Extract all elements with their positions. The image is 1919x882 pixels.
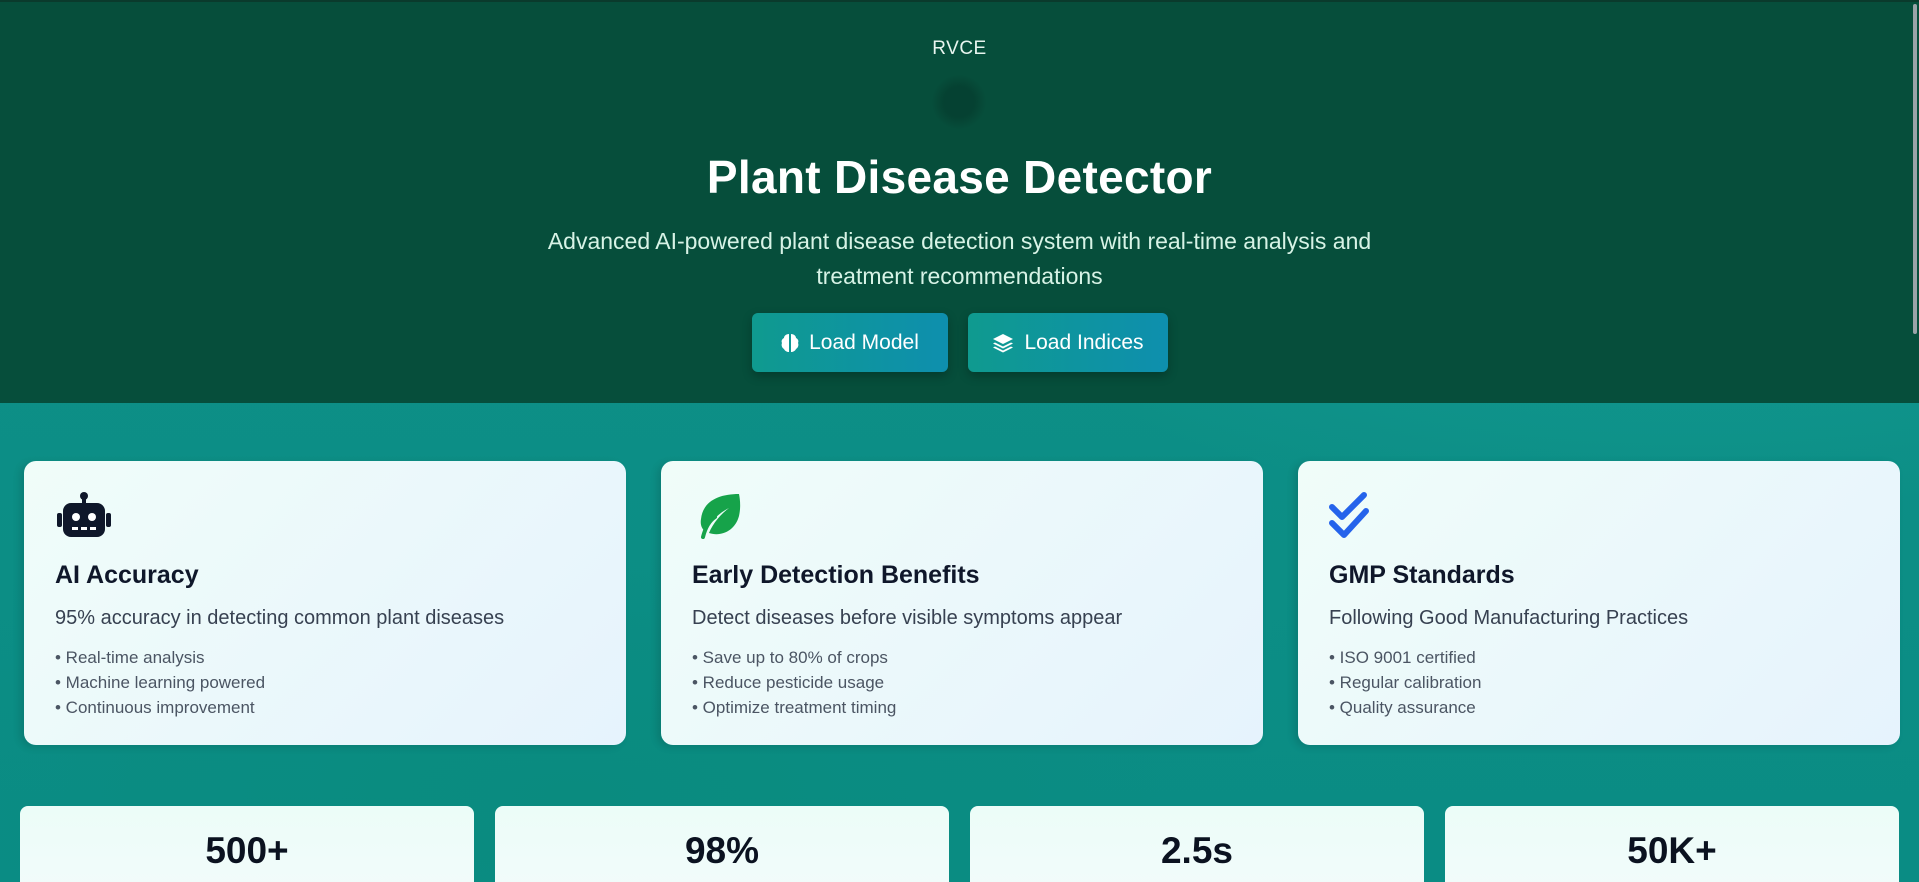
feature-title: AI Accuracy (55, 561, 199, 589)
feature-card-early-detection: Early Detection Benefits Detect diseases… (661, 461, 1263, 745)
load-model-button[interactable]: Load Model (752, 313, 948, 372)
scrollbar-thumb[interactable] (1913, 4, 1917, 334)
stat-value: 2.5s (1160, 830, 1233, 871)
list-item: • ISO 9001 certified (1329, 648, 1476, 667)
hero-section: RVCE Plant Disease Detector Advanced AI-… (0, 0, 1919, 403)
double-check-icon (1328, 491, 1388, 541)
list-item: • Regular calibration (1329, 673, 1482, 692)
load-indices-label: Load Indices (1024, 330, 1144, 354)
list-item: • Real-time analysis (55, 648, 205, 667)
stat-card: 2.5s (970, 806, 1424, 882)
load-indices-button[interactable]: Load Indices (968, 313, 1168, 372)
leaf-icon (691, 491, 751, 541)
list-item: • Reduce pesticide usage (692, 673, 885, 692)
page: RVCE Plant Disease Detector Advanced AI-… (0, 0, 1919, 882)
list-item: • Continuous improvement (55, 698, 255, 717)
stat-card: 50K+ (1445, 806, 1899, 882)
list-item: • Save up to 80% of crops (692, 648, 888, 667)
feature-description: Following Good Manufacturing Practices (1329, 607, 1689, 629)
page-title: Plant Disease Detector (706, 151, 1213, 203)
list-item: • Optimize treatment timing (692, 698, 897, 717)
list-item: • Quality assurance (1329, 698, 1476, 717)
feature-bullet-list: • ISO 9001 certified • Regular calibrati… (1329, 645, 1481, 720)
vertical-scrollbar[interactable] (1910, 0, 1919, 882)
feature-card-gmp-standards: GMP Standards Following Good Manufacturi… (1298, 461, 1900, 745)
feature-bullet-list: • Real-time analysis • Machine learning … (55, 645, 265, 720)
load-model-label: Load Model (809, 330, 919, 354)
layers-icon (992, 333, 1014, 353)
feature-bullet-list: • Save up to 80% of crops • Reduce pesti… (692, 645, 896, 720)
stat-value: 500+ (205, 830, 289, 871)
stat-card: 98% (495, 806, 949, 882)
feature-title: GMP Standards (1329, 561, 1515, 589)
list-item: • Machine learning powered (55, 673, 266, 692)
feature-title: Early Detection Benefits (692, 561, 980, 589)
logo-icon (932, 75, 986, 129)
stat-card: 500+ (20, 806, 474, 882)
feature-description: 95% accuracy in detecting common plant d… (55, 607, 505, 629)
robot-icon (54, 491, 114, 541)
page-subtitle: Advanced AI-powered plant disease detect… (547, 228, 1372, 289)
feature-card-ai-accuracy: AI Accuracy 95% accuracy in detecting co… (24, 461, 626, 745)
stat-value: 98% (684, 830, 760, 871)
brand-label: RVCE (932, 38, 987, 59)
stat-value: 50K+ (1627, 830, 1717, 871)
feature-description: Detect diseases before visible symptoms … (692, 607, 1123, 629)
brain-icon (781, 333, 799, 353)
